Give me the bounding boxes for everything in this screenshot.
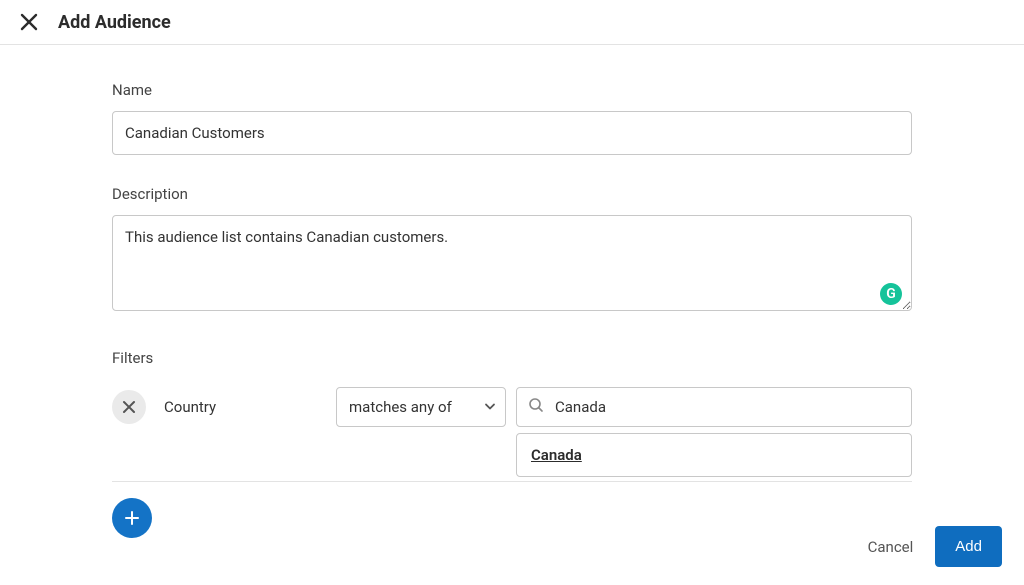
remove-icon xyxy=(122,400,136,414)
add-filter-row xyxy=(112,498,912,538)
description-input[interactable]: This audience list contains Canadian cus… xyxy=(112,215,912,311)
modal-header: Add Audience xyxy=(0,0,1024,45)
cancel-button[interactable]: Cancel xyxy=(868,538,914,556)
filter-value-dropdown: Canada xyxy=(516,433,912,477)
name-input[interactable] xyxy=(112,111,912,155)
remove-filter-button[interactable] xyxy=(112,390,146,424)
filter-attribute: Country xyxy=(156,398,326,416)
filter-divider xyxy=(112,481,912,482)
filter-row: Country Canada xyxy=(112,387,912,427)
modal-content: Name Description This audience list cont… xyxy=(112,45,912,538)
close-button[interactable] xyxy=(18,11,40,33)
filter-operator-select[interactable] xyxy=(336,387,506,427)
filter-operator-wrapper xyxy=(336,387,506,427)
close-icon xyxy=(20,13,38,31)
plus-icon xyxy=(123,509,141,527)
filter-value-input[interactable] xyxy=(516,387,912,427)
filters-label: Filters xyxy=(112,349,912,367)
filter-value-wrapper: Canada xyxy=(516,387,912,427)
description-label: Description xyxy=(112,185,912,203)
filters-section: Filters Country xyxy=(112,349,912,538)
dropdown-option[interactable]: Canada xyxy=(531,446,897,464)
add-button[interactable]: Add xyxy=(935,526,1002,567)
modal-title: Add Audience xyxy=(58,12,171,33)
modal-footer: Cancel Add xyxy=(868,526,1002,567)
name-label: Name xyxy=(112,81,912,99)
add-filter-button[interactable] xyxy=(112,498,152,538)
